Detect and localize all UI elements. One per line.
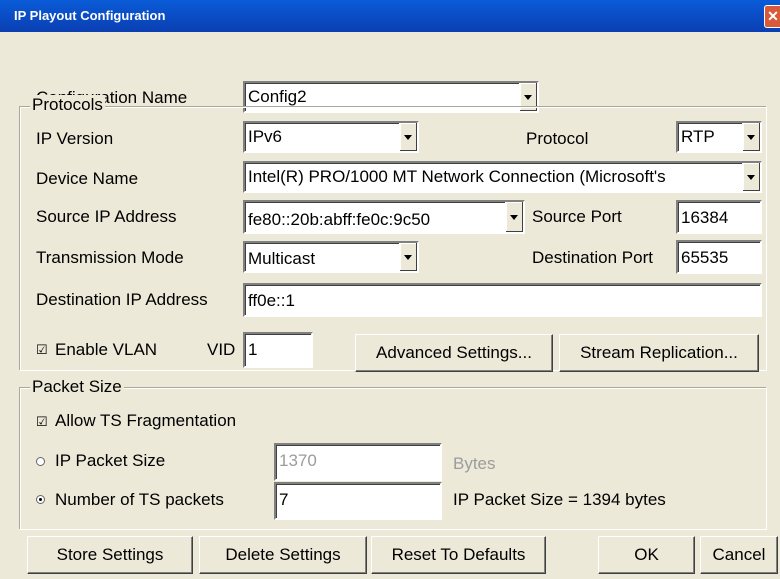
store-settings-button[interactable]: Store Settings [27,536,193,574]
chevron-down-icon[interactable] [742,163,760,191]
source-ip-label: Source IP Address [36,207,177,226]
window-title: IP Playout Configuration [14,8,166,23]
device-name-label: Device Name [36,169,139,188]
number-of-ts-packets-input[interactable]: 7 [274,482,442,520]
ip-packet-size-label: IP Packet Size [55,451,166,470]
bytes-label: Bytes [453,454,496,473]
ip-version-value: IPv6 [248,127,283,146]
reset-to-defaults-button[interactable]: Reset To Defaults [371,536,546,574]
enable-vlan-label: Enable VLAN [55,340,158,359]
destination-port-label: Destination Port [532,248,653,267]
vid-label: VID [207,340,236,359]
vid-input[interactable]: 1 [243,332,313,368]
protocol-value: RTP [681,127,715,146]
chevron-down-icon[interactable] [742,123,760,151]
ip-version-label: IP Version [36,129,114,148]
close-icon[interactable]: ✕ [764,5,780,28]
delete-settings-button[interactable]: Delete Settings [199,536,367,574]
packet-size-group-title: Packet Size [30,377,124,397]
destination-ip-input[interactable]: ff0e::1 [243,283,762,317]
number-of-ts-packets-radio[interactable] [36,495,45,504]
destination-ip-label: Destination IP Address [36,290,208,309]
allow-ts-fragmentation-label: Allow TS Fragmentation [55,411,237,430]
ip-packet-size-summary: IP Packet Size = 1394 bytes [453,490,666,509]
source-ip-value: fe80::20b:abff:fe0c:9c50 [248,210,431,229]
ip-packet-size-input[interactable]: 1370 [274,443,442,481]
source-ip-combo[interactable]: fe80::20b:abff:fe0c:9c50 [243,200,525,234]
enable-vlan-checkbox[interactable]: ☑ [36,342,48,358]
device-name-value: Intel(R) PRO/1000 MT Network Connection … [248,167,666,186]
ip-version-combo[interactable]: IPv6 [243,121,419,153]
ok-button[interactable]: OK [598,536,695,574]
stream-replication-button[interactable]: Stream Replication... [559,334,759,372]
protocol-combo[interactable]: RTP [676,121,762,153]
advanced-settings-button[interactable]: Advanced Settings... [355,334,553,372]
chevron-down-icon[interactable] [399,123,417,151]
source-port-input[interactable]: 16384 [676,200,762,234]
allow-ts-fragmentation-checkbox[interactable]: ☑ [36,414,48,430]
configuration-name-value: Config2 [248,87,307,106]
transmission-mode-label: Transmission Mode [36,248,184,267]
number-of-ts-packets-label: Number of TS packets [55,490,224,509]
transmission-mode-combo[interactable]: Multicast [243,241,419,273]
chevron-down-icon[interactable] [399,243,417,271]
protocol-label: Protocol [526,129,589,148]
chevron-down-icon[interactable] [505,202,523,232]
protocols-group-title: Protocols [30,95,105,115]
cancel-button[interactable]: Cancel [700,536,778,574]
title-bar: IP Playout Configuration ✕ [0,0,780,32]
ip-packet-size-radio[interactable] [36,457,45,466]
transmission-mode-value: Multicast [248,249,316,268]
source-port-label: Source Port [532,207,622,226]
device-name-combo[interactable]: Intel(R) PRO/1000 MT Network Connection … [243,161,762,193]
destination-port-input[interactable]: 65535 [676,240,762,274]
